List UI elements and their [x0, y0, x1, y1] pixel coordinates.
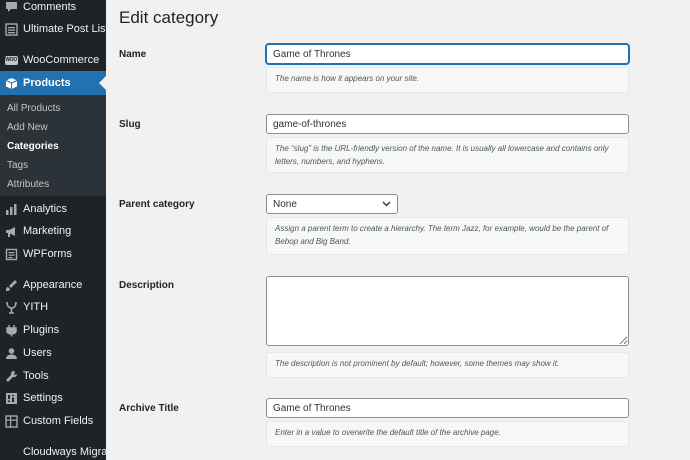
- sidebar-item-comments[interactable]: Comments: [0, 0, 106, 18]
- sidebar-item-wpforms[interactable]: WPForms: [0, 243, 106, 265]
- sidebar-item-label: Users: [23, 347, 52, 359]
- sidebar-item-label: Plugins: [23, 324, 60, 336]
- sidebar-item-analytics[interactable]: Analytics: [0, 198, 106, 220]
- marketing-icon: [4, 224, 18, 238]
- slug-help-text: The “slug” is the URL-friendly version o…: [266, 137, 629, 173]
- sidebar-item-label: Tools: [23, 370, 49, 382]
- sidebar-item-label: Comments: [23, 1, 77, 13]
- sidebar-item-settings[interactable]: Settings: [0, 387, 106, 409]
- sidebar-item-ultimate-post-list[interactable]: Ultimate Post List: [0, 18, 106, 40]
- products-icon: [4, 76, 18, 90]
- sidebar-item-label: YITH: [23, 301, 49, 313]
- parent-category-select[interactable]: None: [266, 194, 398, 214]
- yith-icon: [4, 300, 18, 314]
- name-label: Name: [119, 49, 147, 60]
- admin-sidebar: Comments Ultimate Post List WOO WooComme…: [0, 0, 106, 460]
- custom-fields-icon: [4, 414, 18, 428]
- submenu-item-all-products[interactable]: All Products: [7, 103, 60, 114]
- name-input[interactable]: [266, 44, 629, 64]
- sidebar-item-plugins[interactable]: Plugins: [0, 319, 106, 341]
- sidebar-item-label: WooCommerce: [23, 54, 100, 66]
- submenu-item-tags[interactable]: Tags: [7, 160, 28, 171]
- parent-category-help-text: Assign a parent term to create a hierarc…: [266, 217, 629, 255]
- users-icon: [4, 346, 18, 360]
- submenu-item-categories[interactable]: Categories: [7, 141, 59, 152]
- archive-title-help-text: Enter in a value to overwrite the defaul…: [266, 421, 629, 447]
- parent-category-selected-value: None: [273, 198, 297, 210]
- products-submenu: All Products Add New Categories Tags Att…: [0, 95, 106, 196]
- woocommerce-icon: WOO: [4, 53, 18, 67]
- sidebar-item-label: Analytics: [23, 203, 68, 215]
- list-icon: [4, 22, 18, 36]
- slug-input[interactable]: [266, 114, 629, 134]
- sidebar-item-yith[interactable]: YITH: [0, 296, 106, 318]
- sidebar-item-products[interactable]: Products: [0, 71, 106, 95]
- appearance-icon: [4, 278, 18, 292]
- sidebar-item-label: Products: [23, 77, 71, 89]
- archive-title-input[interactable]: [266, 398, 629, 418]
- archive-title-label: Archive Title: [119, 403, 179, 414]
- parent-category-label: Parent category: [119, 199, 195, 210]
- sidebar-item-woocommerce[interactable]: WOO WooCommerce: [0, 49, 106, 71]
- page-title: Edit category: [119, 8, 219, 27]
- sidebar-item-label: Custom Fields: [23, 415, 94, 427]
- description-help-text: The description is not prominent by defa…: [266, 352, 629, 378]
- comments-icon: [4, 0, 18, 14]
- submenu-item-attributes[interactable]: Attributes: [7, 179, 49, 190]
- name-help-text: The name is how it appears on your site.: [266, 67, 629, 93]
- sidebar-item-users[interactable]: Users: [0, 342, 106, 364]
- wpforms-icon: [4, 247, 18, 261]
- sidebar-item-marketing[interactable]: Marketing: [0, 220, 106, 242]
- woocommerce-badge-text: WOO: [5, 57, 17, 63]
- sidebar-item-label: Settings: [23, 392, 63, 404]
- chevron-down-icon: [382, 199, 391, 210]
- cloudways-icon: [4, 445, 18, 459]
- tools-icon: [4, 369, 18, 383]
- plugins-icon: [4, 323, 18, 337]
- analytics-icon: [4, 202, 18, 216]
- sidebar-item-label: WPForms: [23, 248, 72, 260]
- sidebar-item-label: Appearance: [23, 279, 83, 291]
- sidebar-item-label: Ultimate Post List: [23, 23, 106, 35]
- sidebar-item-label: Marketing: [23, 225, 72, 237]
- description-label: Description: [119, 280, 175, 291]
- sidebar-item-custom-fields[interactable]: Custom Fields: [0, 410, 106, 432]
- slug-label: Slug: [119, 119, 141, 130]
- sidebar-item-cloudways-migrate[interactable]: Cloudways Migrate: [0, 441, 106, 460]
- description-textarea[interactable]: [266, 276, 629, 346]
- settings-icon: [4, 391, 18, 405]
- main-content: Edit category Name The name is how it ap…: [106, 0, 690, 460]
- sidebar-item-appearance[interactable]: Appearance: [0, 274, 106, 296]
- submenu-item-add-new[interactable]: Add New: [7, 122, 48, 133]
- sidebar-item-label: Cloudways Migrate: [23, 446, 106, 458]
- sidebar-item-tools[interactable]: Tools: [0, 365, 106, 387]
